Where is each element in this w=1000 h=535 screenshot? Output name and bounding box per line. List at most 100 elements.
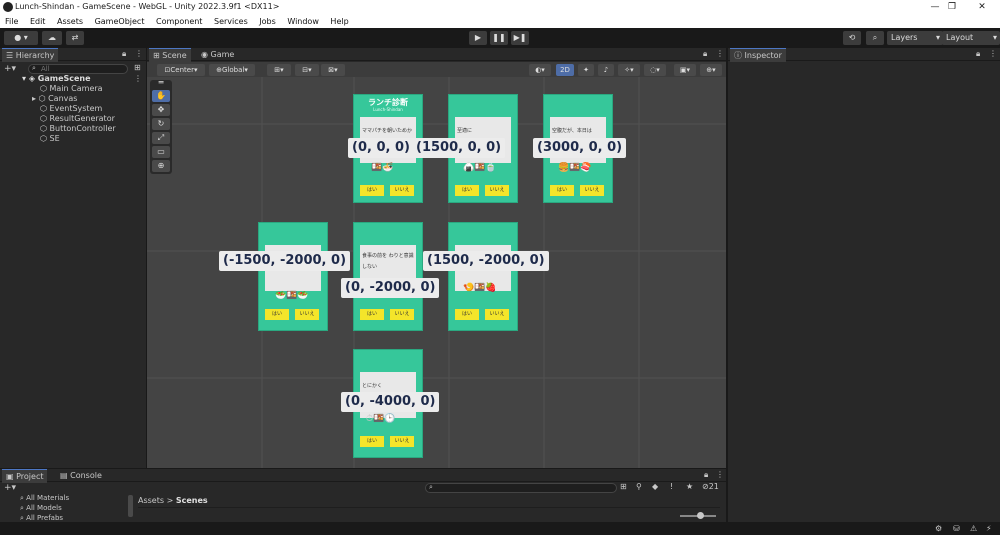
pivot-dropdown[interactable]: ⊡Center▾ (157, 64, 205, 76)
increment-snap-icon[interactable]: ⊟▾ (295, 64, 319, 76)
project-search-input[interactable]: ⌕ (425, 483, 617, 493)
tab-console[interactable]: ▤ Console (56, 469, 106, 482)
collab-status-icon[interactable]: ⚡ (986, 524, 992, 533)
tab-game[interactable]: ◉ Game (197, 48, 238, 61)
lock-icon[interactable]: 🔒︎ (976, 49, 980, 59)
hierarchy-item-buttoncontroller[interactable]: ⬡ ButtonController (40, 124, 116, 134)
kebab-menu-icon[interactable]: ⋮ (989, 49, 997, 58)
hand-tool-icon[interactable]: ✋ (152, 90, 170, 102)
scene-menu-icon[interactable]: ⋮ (134, 74, 142, 83)
menu-services[interactable]: Services (214, 15, 248, 28)
palette-grip-icon[interactable]: ═ (152, 79, 170, 88)
no-button[interactable]: いいえ (390, 185, 414, 196)
yes-button[interactable]: はい (455, 309, 479, 320)
hierarchy-item-eventsystem[interactable]: ⬡ EventSystem (40, 104, 102, 114)
shading-mode-icon[interactable]: ◐▾ (529, 64, 551, 76)
yes-button[interactable]: はい (360, 436, 384, 447)
warning-icon[interactable]: ! (670, 482, 673, 491)
hidden-packages-icon[interactable]: ⊘21 (702, 482, 719, 491)
layout-dropdown[interactable]: Layout ▾ (942, 31, 1000, 45)
lock-icon[interactable]: 🔒︎ (703, 49, 707, 59)
camera-icon[interactable]: ▣▾ (674, 64, 696, 76)
grid-snap-icon[interactable]: ⊞▾ (267, 64, 291, 76)
add-icon[interactable]: +▾ (4, 63, 16, 75)
no-button[interactable]: いいえ (485, 309, 509, 320)
lock-icon[interactable]: 🔒︎ (704, 470, 708, 480)
scene-viewport[interactable]: ═ ✋ ✥ ↻ ⤢ ▭ ⊕ ランチ診断 Lunch-Shindan ママパチを朝… (147, 77, 726, 468)
tag-icon[interactable]: ◆ (652, 482, 658, 491)
search-by-label-icon[interactable]: ⚲ (636, 482, 642, 491)
tab-project[interactable]: ▣ Project (2, 469, 48, 483)
cache-server-icon[interactable]: ⛁ (953, 524, 960, 533)
rotate-tool-icon[interactable]: ↻ (152, 118, 170, 130)
menu-edit[interactable]: Edit (30, 15, 46, 28)
visibility-icon[interactable]: ◌▾ (644, 64, 666, 76)
maximize-icon[interactable]: ❐ (941, 1, 963, 14)
breadcrumb-assets[interactable]: Assets (138, 496, 164, 505)
account-button[interactable]: ● ▾ (4, 31, 38, 45)
tab-scene[interactable]: ⊞ Scene (149, 48, 191, 62)
kebab-menu-icon[interactable]: ⋮ (716, 49, 724, 58)
scene-root-item[interactable]: ▾ ◈ GameScene (22, 74, 91, 84)
search-by-type-icon[interactable]: ⊞ (620, 482, 627, 491)
hierarchy-item-main-camera[interactable]: ⬡ Main Camera (40, 84, 103, 94)
no-button[interactable]: いいえ (295, 309, 319, 320)
menu-gameobject[interactable]: GameObject (95, 15, 145, 28)
space-dropdown[interactable]: ⊕Global▾ (209, 64, 255, 76)
collab-icon[interactable]: ⇄ (66, 31, 84, 45)
star-icon[interactable]: ★ (686, 482, 693, 491)
kebab-menu-icon[interactable]: ⋮ (716, 470, 724, 479)
move-tool-icon[interactable]: ✥ (152, 104, 170, 116)
menu-file[interactable]: File (5, 15, 18, 28)
favorites-scrollbar[interactable] (128, 495, 133, 517)
favorite-all-models[interactable]: ⌕ All Models (20, 503, 69, 513)
effects-icon[interactable]: ✧▾ (618, 64, 640, 76)
gizmos-icon[interactable]: ⊕▾ (700, 64, 722, 76)
rect-tool-icon[interactable]: ▭ (152, 146, 170, 158)
menu-assets[interactable]: Assets (57, 15, 83, 28)
audio-icon[interactable]: ♪ (598, 64, 614, 76)
no-button[interactable]: いいえ (485, 185, 509, 196)
debug-icon[interactable]: ⚠ (970, 524, 977, 533)
yes-button[interactable]: はい (360, 185, 384, 196)
ui-card[interactable]: 食事の前を わりと意識しない はい いいえ (353, 222, 423, 331)
hierarchy-item-resultgenerator[interactable]: ⬡ ResultGenerator (40, 114, 115, 124)
ui-card[interactable]: 🍤🍱🍓 はい いいえ (448, 222, 518, 331)
menu-jobs[interactable]: Jobs (259, 15, 276, 28)
no-button[interactable]: いいえ (580, 185, 604, 196)
tab-hierarchy[interactable]: ☰ Hierarchy (2, 48, 59, 62)
menu-window[interactable]: Window (287, 15, 319, 28)
tab-inspector[interactable]: ⓘ Inspector (730, 48, 786, 62)
add-asset-icon[interactable]: +▾ (4, 483, 16, 493)
yes-button[interactable]: はい (265, 309, 289, 320)
no-button[interactable]: いいえ (390, 309, 414, 320)
hierarchy-item-canvas[interactable]: ▸ ⬡ Canvas (32, 94, 77, 104)
hierarchy-search-input[interactable]: ⌕ All (28, 64, 128, 74)
close-icon[interactable]: ✕ (971, 1, 993, 14)
pause-button[interactable]: ❚❚ (490, 31, 508, 45)
history-icon[interactable]: ⟲ (843, 31, 861, 45)
yes-button[interactable]: はい (455, 185, 479, 196)
mode-2d-button[interactable]: 2D (556, 64, 574, 76)
zoom-slider-handle[interactable] (697, 512, 704, 519)
breadcrumb-scenes[interactable]: Scenes (176, 496, 208, 505)
ui-card[interactable]: 🥗🍱🥗 はい いいえ (258, 222, 328, 331)
step-button[interactable]: ▶❚ (511, 31, 529, 45)
favorite-all-materials[interactable]: ⌕ All Materials (20, 493, 69, 503)
no-button[interactable]: いいえ (390, 436, 414, 447)
layers-dropdown[interactable]: Layers ▾ (887, 31, 943, 45)
yes-button[interactable]: はい (360, 309, 384, 320)
progress-icon[interactable]: ⚙ (935, 524, 942, 533)
scale-tool-icon[interactable]: ⤢ (152, 132, 170, 144)
menu-help[interactable]: Help (330, 15, 348, 28)
cloud-icon[interactable]: ☁ (42, 31, 62, 45)
lighting-icon[interactable]: ✦ (578, 64, 594, 76)
play-button[interactable]: ▶ (469, 31, 487, 45)
filter-icon[interactable]: ⊞ (134, 63, 141, 72)
transform-tool-icon[interactable]: ⊕ (152, 160, 170, 172)
search-icon[interactable]: ⌕ (866, 31, 884, 45)
yes-button[interactable]: はい (550, 185, 574, 196)
kebab-menu-icon[interactable]: ⋮ (135, 49, 143, 58)
hierarchy-item-se[interactable]: ⬡ SE (40, 134, 60, 144)
menu-component[interactable]: Component (156, 15, 202, 28)
